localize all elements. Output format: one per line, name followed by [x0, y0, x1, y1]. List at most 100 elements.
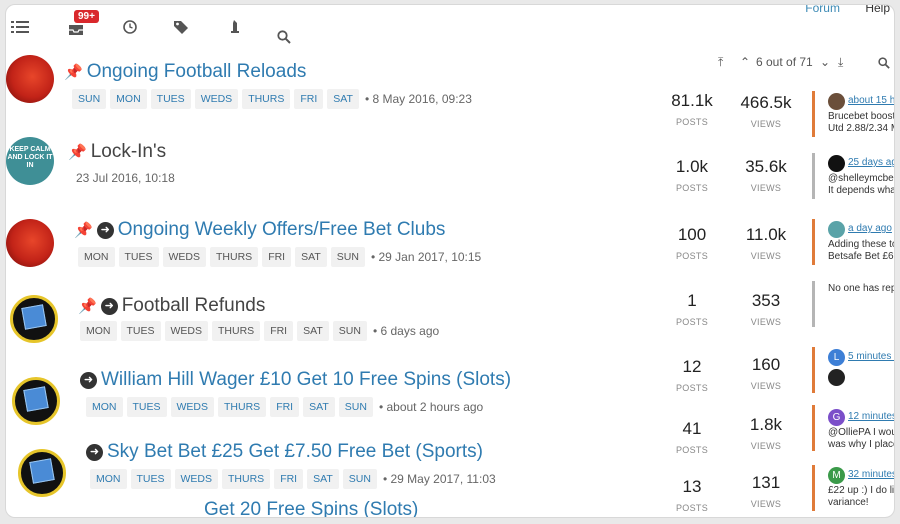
tag[interactable]: THURS: [218, 397, 267, 417]
tag[interactable]: FRI: [270, 397, 300, 417]
tag[interactable]: SUN: [330, 247, 365, 267]
last-post[interactable]: L5 minutes ago: [828, 347, 894, 387]
tag[interactable]: SUN: [72, 89, 107, 109]
arrow-right-icon: ➜: [86, 443, 103, 461]
last-post-avatar: [828, 368, 845, 386]
topic-date: • 8 May 2016, 09:23: [364, 92, 472, 106]
last-post[interactable]: M32 minutes ago £22 up :) I do like th v…: [828, 465, 895, 509]
arrow-right-icon: ➜: [100, 297, 118, 315]
topic-avatar: [18, 449, 66, 497]
last-post-time[interactable]: 5 minutes ago: [848, 351, 894, 363]
tag[interactable]: SAT: [303, 397, 335, 417]
last-post-time[interactable]: about 15 ho: [848, 95, 894, 107]
arrow-right-icon: ➜: [80, 371, 97, 389]
tag[interactable]: THURS: [212, 321, 261, 341]
pager-search-icon[interactable]: [878, 57, 890, 72]
topic-title[interactable]: 📌 Lock-In's: [68, 141, 166, 163]
topic-title[interactable]: Get 20 Free Spins (Slots): [204, 499, 418, 517]
tag[interactable]: MON: [110, 89, 147, 109]
pin-icon: 📌: [68, 144, 87, 161]
help-link[interactable]: Help: [865, 5, 890, 15]
tag[interactable]: WEDS: [174, 469, 219, 489]
last-post[interactable]: a day ago Adding these to th Betsafe Bet…: [828, 219, 894, 263]
topic-tags: MON TUES WEDS THURS FRI SAT SUN • 29 May…: [90, 469, 496, 489]
prev-page-icon[interactable]: ⌃: [740, 55, 750, 69]
topic-title[interactable]: 📌 Ongoing Football Reloads: [64, 61, 306, 83]
last-page-icon[interactable]: ⤓: [838, 55, 843, 70]
tag[interactable]: WEDS: [194, 89, 239, 109]
tag[interactable]: MON: [86, 397, 123, 417]
last-post-time[interactable]: 32 minutes ago: [848, 469, 894, 481]
tag[interactable]: SAT: [307, 469, 339, 489]
category-bar: [812, 347, 815, 393]
hand-icon[interactable]: [225, 17, 245, 37]
last-post-avatar: [828, 220, 845, 238]
tag[interactable]: WEDS: [164, 321, 209, 341]
tag[interactable]: FRI: [264, 321, 294, 341]
pin-icon: 📌: [78, 298, 97, 315]
tag[interactable]: SUN: [332, 321, 367, 341]
last-post-excerpt: £22 up :) I do like th: [828, 485, 895, 496]
list-icon[interactable]: [10, 17, 30, 37]
tag[interactable]: TUES: [126, 397, 167, 417]
tag[interactable]: FRI: [294, 89, 324, 109]
tag[interactable]: THURS: [210, 247, 259, 267]
tag[interactable]: MON: [90, 469, 127, 489]
last-post-excerpt: was why I placed a: [828, 439, 894, 450]
last-post[interactable]: 25 days ago @shelleymcbelly It depends w…: [828, 153, 894, 197]
views-count: 353 VIEWS: [750, 291, 782, 327]
views-count: 11.0k VIEWS: [745, 225, 787, 261]
topic-avatar: [6, 219, 54, 267]
topic-title[interactable]: ➜ William Hill Wager £10 Get 10 Free Spi…: [80, 369, 511, 391]
first-page-icon[interactable]: ⤒: [718, 55, 723, 70]
app-frame: 99+ Forum Help ⤒ ⌃ 6 out of 71 ⌄ ⤓ 📌 Ong…: [5, 4, 895, 518]
tag[interactable]: SUN: [342, 469, 377, 489]
tag[interactable]: WEDS: [170, 397, 215, 417]
pin-icon: 📌: [74, 222, 93, 239]
tag[interactable]: MON: [78, 247, 115, 267]
last-post-time[interactable]: 12 minutes ago: [848, 411, 894, 423]
last-post-excerpt: Betsafe Bet £60 G: [828, 251, 894, 262]
topic-title[interactable]: 📌 ➜ Football Refunds: [78, 295, 265, 317]
tag[interactable]: TUES: [118, 247, 159, 267]
clock-icon[interactable]: [120, 17, 140, 37]
tags-icon[interactable]: [172, 17, 192, 37]
tag[interactable]: TUES: [130, 469, 171, 489]
last-post[interactable]: about 15 ho Brucebet boost o Utd 2.88/2.…: [828, 91, 895, 135]
tag[interactable]: SAT: [297, 321, 329, 341]
topic-title[interactable]: ➜ Sky Bet Bet £25 Get £7.50 Free Bet (Sp…: [86, 441, 483, 463]
topic-date: 23 Jul 2016, 10:18: [76, 171, 175, 185]
search-icon[interactable]: [274, 27, 294, 47]
topic-date: • 6 days ago: [372, 324, 440, 338]
posts-count: 13 POSTS: [675, 477, 708, 513]
tag[interactable]: THURS: [222, 469, 271, 489]
notification-badge[interactable]: 99+: [74, 10, 99, 23]
last-post-time[interactable]: a day ago: [848, 223, 892, 235]
tag[interactable]: SAT: [295, 247, 327, 267]
tag[interactable]: TUES: [120, 321, 161, 341]
tag[interactable]: WEDS: [162, 247, 207, 267]
tag[interactable]: THURS: [242, 89, 291, 109]
category-bar: [812, 405, 815, 451]
posts-count: 41 POSTS: [675, 419, 708, 455]
topic-title[interactable]: 📌 ➜ Ongoing Weekly Offers/Free Bet Clubs: [74, 219, 445, 241]
category-bar: [812, 465, 815, 511]
tag[interactable]: SUN: [338, 397, 373, 417]
last-post-excerpt: variance!: [828, 497, 869, 508]
topic-date: • 29 Jan 2017, 10:15: [370, 250, 482, 264]
topic-avatar: [10, 295, 58, 343]
topic-avatar: [6, 55, 54, 103]
tag[interactable]: TUES: [150, 89, 191, 109]
last-post[interactable]: G12 minutes ago @OlliePA I would ha was …: [828, 407, 894, 451]
last-post-excerpt: Brucebet boost o: [828, 111, 895, 122]
forum-link[interactable]: Forum: [805, 5, 840, 15]
topic-date: • 29 May 2017, 11:03: [382, 472, 496, 486]
last-post-time[interactable]: 25 days ago: [848, 157, 894, 169]
next-page-icon[interactable]: ⌄: [820, 55, 830, 69]
tag[interactable]: SAT: [327, 89, 359, 109]
tag[interactable]: MON: [80, 321, 117, 341]
last-post-avatar: [828, 92, 845, 110]
posts-count: 100 POSTS: [675, 225, 708, 261]
tag[interactable]: FRI: [262, 247, 292, 267]
tag[interactable]: FRI: [274, 469, 304, 489]
